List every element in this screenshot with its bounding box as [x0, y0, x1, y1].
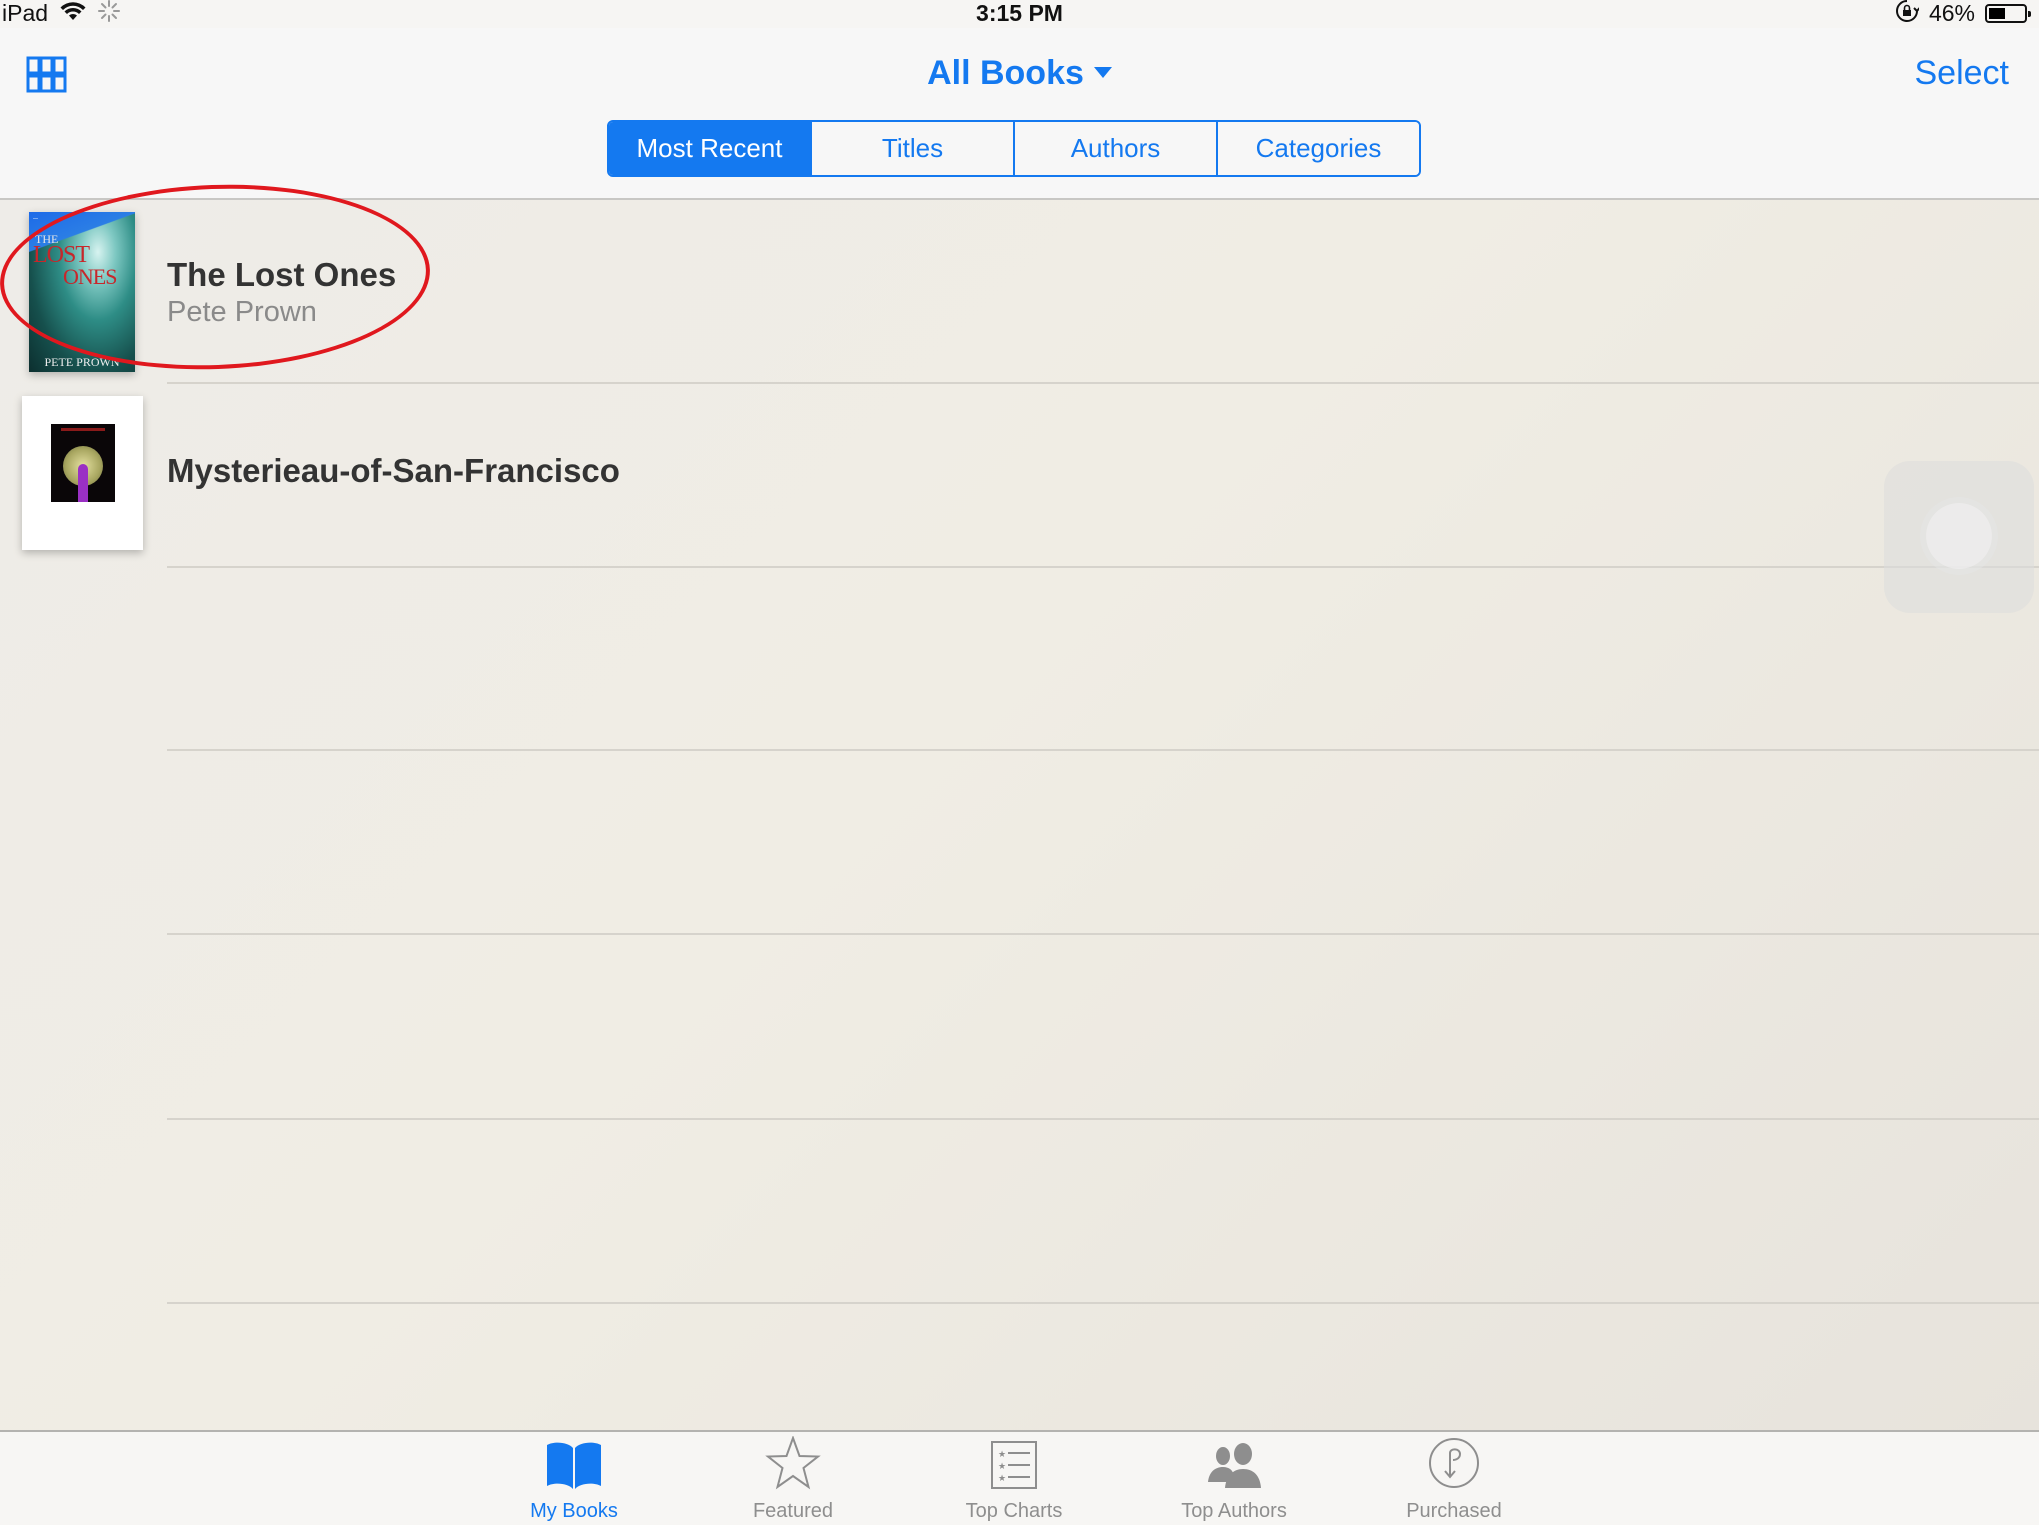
- book-title[interactable]: Mysterieau-of-San-Francisco: [167, 452, 620, 490]
- tab-my-books[interactable]: My Books: [494, 1432, 654, 1525]
- tab-label: My Books: [530, 1500, 618, 1522]
- book-title[interactable]: The Lost Ones: [167, 256, 396, 294]
- tab-bar: My Books Featured ★ ★ ★ Top Charts Top A…: [0, 1430, 2039, 1525]
- all-books-dropdown[interactable]: All Books: [0, 54, 2039, 93]
- svg-text:★: ★: [998, 1450, 1006, 1460]
- people-icon: [1208, 1443, 1261, 1488]
- cover-text-author: PETE PROWN: [44, 355, 120, 369]
- sort-segmented-control: Most Recent Titles Authors Categories: [607, 120, 1421, 177]
- chevron-down-icon: [1093, 66, 1112, 78]
- collection-title: All Books: [927, 54, 1084, 92]
- segment-categories[interactable]: Categories: [1216, 122, 1419, 175]
- segment-titles[interactable]: Titles: [810, 122, 1013, 175]
- tab-top-charts[interactable]: ★ ★ ★ Top Charts: [934, 1432, 1094, 1525]
- svg-text:★: ★: [998, 1462, 1006, 1472]
- navigation-bar: All Books Select Most Recent Titles Auth…: [0, 28, 2039, 200]
- segment-most-recent[interactable]: Most Recent: [609, 122, 810, 175]
- book-icon: [547, 1442, 601, 1489]
- tab-featured[interactable]: Featured: [713, 1432, 873, 1525]
- battery-tip: [2028, 10, 2031, 17]
- book-list: — THE LOST ONES PETE PROWN The Lost Ones…: [0, 177, 2039, 1430]
- book-cover-lost-ones[interactable]: — THE LOST ONES PETE PROWN: [29, 212, 135, 372]
- book-author: Pete Prown: [167, 296, 317, 328]
- battery-icon: [1985, 3, 2031, 23]
- empty-row-separator: [167, 1118, 2039, 1120]
- assistive-touch-button[interactable]: [1884, 461, 2034, 613]
- battery-level: [1989, 7, 2005, 19]
- battery-percent: 46%: [1928, 0, 1975, 26]
- status-time: 3:15 PM: [976, 0, 1063, 26]
- status-bar: iPad 3:15 PM 46%: [0, 0, 2039, 28]
- empty-row-separator: [167, 1302, 2039, 1304]
- cover-series: —: [33, 216, 38, 222]
- star-icon: [765, 1436, 821, 1490]
- book-row-lost-ones[interactable]: — THE LOST ONES PETE PROWN The Lost Ones…: [0, 177, 2039, 384]
- empty-row-separator: [167, 933, 2039, 935]
- cover-text-ones: ONES: [63, 264, 117, 289]
- cover-title-strip: [61, 428, 105, 431]
- empty-row-separator: [167, 749, 2039, 751]
- tab-label: Top Authors: [1181, 1500, 1287, 1522]
- select-button[interactable]: Select: [1915, 54, 2010, 93]
- row-separator: [167, 566, 2039, 568]
- tab-label: Top Charts: [965, 1500, 1063, 1522]
- book-row-mysterieau[interactable]: Mysterieau-of-San-Francisco: [0, 384, 2039, 568]
- list-icon: ★ ★ ★: [991, 1441, 1037, 1489]
- cover-art: [51, 424, 115, 502]
- status-right: 46%: [1895, 0, 2031, 28]
- tab-label: Purchased: [1406, 1500, 1502, 1522]
- segment-authors[interactable]: Authors: [1013, 122, 1216, 175]
- cover-figure: [78, 464, 88, 502]
- book-cover-mysterieau[interactable]: [22, 396, 143, 550]
- tab-label: Featured: [752, 1500, 834, 1522]
- assistive-touch-icon: [1926, 503, 1992, 569]
- svg-text:★: ★: [998, 1474, 1006, 1484]
- tab-top-authors[interactable]: Top Authors: [1154, 1432, 1314, 1525]
- tab-purchased[interactable]: Purchased: [1374, 1432, 1534, 1525]
- purchased-icon: [1429, 1438, 1479, 1488]
- rotation-lock-icon: [1895, 0, 1921, 28]
